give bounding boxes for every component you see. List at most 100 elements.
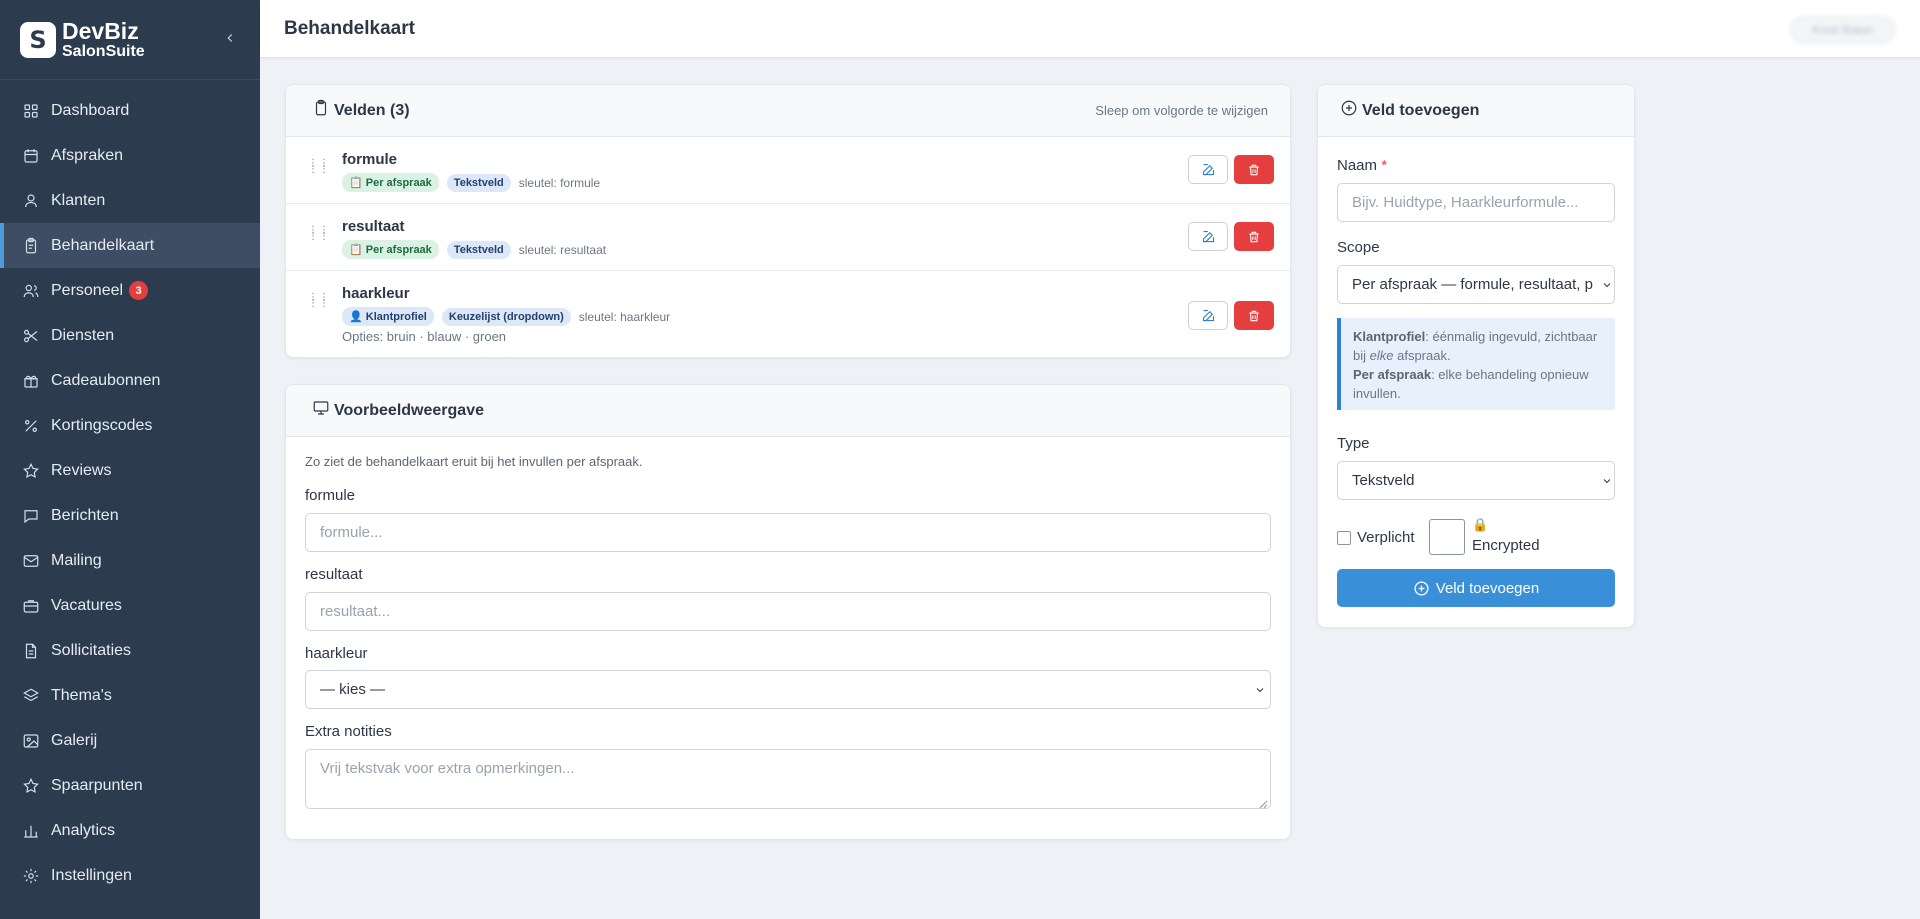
sidebar-item-cadeaubonnen[interactable]: Cadeaubonnen xyxy=(0,358,260,403)
chevron-down-icon xyxy=(1601,474,1613,486)
mail-icon xyxy=(22,552,40,570)
field-row[interactable]: ⋮⋮ ⋮⋮ formule 📋 Per afspraak Tekstveld sleute… xyxy=(286,137,1290,204)
notes-textarea[interactable] xyxy=(305,749,1271,809)
sidebar-item-diensten[interactable]: Diensten xyxy=(0,313,260,358)
resize-handle-icon[interactable] xyxy=(1258,796,1268,809)
edit-icon xyxy=(1202,309,1214,322)
sidebar-item-vacatures[interactable]: Vacatures xyxy=(0,583,260,628)
user-menu[interactable]: Kristi Baker xyxy=(1790,16,1896,44)
chevron-left-icon[interactable] xyxy=(220,28,240,48)
drag-handle-icon[interactable]: ⋮⋮ ⋮⋮ xyxy=(308,226,329,242)
sidebar-item-kortingscodes[interactable]: Kortingscodes xyxy=(0,403,260,448)
required-label: Verplicht xyxy=(1357,529,1415,546)
image-icon xyxy=(22,732,40,750)
sidebar-item-reviews[interactable]: Reviews xyxy=(0,448,260,493)
sidebar-item-mailing[interactable]: Mailing xyxy=(0,538,260,583)
layers-icon xyxy=(22,687,40,705)
scope-select-value: Per afspraak — formule, resultaat, p xyxy=(1352,276,1593,293)
sidebar-item-instellingen[interactable]: Instellingen xyxy=(0,853,260,898)
haarkleur-select[interactable]: — kies — xyxy=(305,670,1271,709)
edit-button[interactable] xyxy=(1188,155,1228,184)
sidebar-item-berichten[interactable]: Berichten xyxy=(0,493,260,538)
sidebar-item-label: Vacatures xyxy=(51,596,122,614)
sidebar-item-label: Behandelkaart xyxy=(51,236,155,254)
sidebar-item-analytics[interactable]: Analytics xyxy=(0,808,260,853)
add-field-button[interactable]: Veld toevoegen xyxy=(1337,569,1615,607)
haarkleur-select-value: — kies — xyxy=(320,681,386,698)
sidebar: S DevBiz SalonSuite Dashboard Afspraken Kl… xyxy=(0,0,260,919)
sidebar-item-label: Reviews xyxy=(51,461,112,479)
encrypted-label: Encrypted xyxy=(1472,537,1540,554)
drag-handle-icon[interactable]: ⋮⋮ ⋮⋮ xyxy=(308,293,329,309)
required-checkbox-row[interactable]: Verplicht xyxy=(1337,529,1415,546)
field-row[interactable]: ⋮⋮ ⋮⋮ resultaat 📋 Per afspraak Tekstveld sleu… xyxy=(286,204,1290,271)
encrypted-checkbox[interactable] xyxy=(1429,519,1465,555)
preview-description: Zo ziet de behandelkaart eruit bij het i… xyxy=(305,454,643,469)
briefcase-icon xyxy=(22,597,40,615)
edit-button[interactable] xyxy=(1188,222,1228,251)
plus-circle-icon xyxy=(1414,580,1429,596)
clipboard-icon xyxy=(22,237,40,255)
sidebar-item-label: Galerij xyxy=(51,731,98,749)
drag-handle-icon[interactable]: ⋮⋮ ⋮⋮ xyxy=(308,159,329,175)
preview-card: Voorbeeldweergave Zo ziet de behandelkaa… xyxy=(285,384,1291,840)
sidebar-item-label: Berichten xyxy=(51,506,119,524)
type-badge: Tekstveld xyxy=(446,173,511,192)
clipboard-icon xyxy=(315,99,327,115)
delete-button[interactable] xyxy=(1234,301,1274,330)
add-field-title: Veld toevoegen xyxy=(1362,101,1480,119)
calendar-icon xyxy=(22,147,40,165)
scope-label: Scope xyxy=(1337,239,1380,256)
sidebar-item-dashboard[interactable]: Dashboard xyxy=(0,88,260,133)
sidebar-item-sollicitaties[interactable]: Sollicitaties xyxy=(0,628,260,673)
scope-select[interactable]: Per afspraak — formule, resultaat, p xyxy=(1337,265,1615,304)
chevron-down-icon xyxy=(1254,683,1266,695)
message-icon xyxy=(22,507,40,525)
sidebar-item-label: Sollicitaties xyxy=(51,641,132,659)
sidebar-item-label: Diensten xyxy=(51,326,115,344)
type-select-value: Tekstveld xyxy=(1352,472,1415,489)
type-label: Type xyxy=(1337,435,1370,452)
field-key: sleutel: resultaat xyxy=(518,242,607,257)
edit-button[interactable] xyxy=(1188,301,1228,330)
sidebar-nav: Dashboard Afspraken Klanten Behandelkaart Pe… xyxy=(0,88,260,898)
drag-hint: Sleep om volgorde te wijzigen xyxy=(1095,103,1268,118)
monitor-icon xyxy=(313,400,329,415)
star-icon xyxy=(22,462,40,480)
sidebar-item-label: Afspraken xyxy=(51,146,124,164)
sidebar-item-galerij[interactable]: Galerij xyxy=(0,718,260,763)
sidebar-item-label: Dashboard xyxy=(51,101,130,119)
field-name: resultaat xyxy=(342,218,405,235)
type-badge: Keuzelijst (dropdown) xyxy=(441,307,571,326)
trash-icon xyxy=(1249,164,1259,175)
page-title: Behandelkaart xyxy=(284,18,415,39)
scope-info-box: Klantprofiel: éénmalig ingevuld, zichtba… xyxy=(1337,318,1615,410)
field-name: haarkleur xyxy=(342,285,410,302)
add-field-card: Veld toevoegen Naam * Scope Per afspraak… xyxy=(1317,84,1635,628)
sidebar-item-behandelkaart[interactable]: Behandelkaart xyxy=(0,223,260,268)
delete-button[interactable] xyxy=(1234,222,1274,251)
name-input[interactable] xyxy=(1337,183,1615,222)
sidebar-item-personeel[interactable]: Personeel 3 xyxy=(0,268,260,313)
type-select[interactable]: Tekstveld xyxy=(1337,461,1615,500)
sidebar-item-label: Analytics xyxy=(51,821,116,839)
scope-badge: 📋 Per afspraak xyxy=(342,240,439,259)
resultaat-input[interactable] xyxy=(305,592,1271,631)
scope-badge: 📋 Per afspraak xyxy=(342,173,439,192)
edit-icon xyxy=(1202,230,1214,243)
delete-button[interactable] xyxy=(1234,155,1274,184)
gear-icon xyxy=(22,867,40,885)
formule-input[interactable] xyxy=(305,513,1271,552)
scope-badge: 👤 Klantprofiel xyxy=(342,307,434,326)
brand-name: DevBiz xyxy=(62,17,139,44)
sidebar-item-thema-s[interactable]: Thema's xyxy=(0,673,260,718)
sidebar-item-afspraken[interactable]: Afspraken xyxy=(0,133,260,178)
sidebar-item-klanten[interactable]: Klanten xyxy=(0,178,260,223)
sidebar-item-label: Klanten xyxy=(51,191,106,209)
notification-badge: 3 xyxy=(129,281,149,300)
sidebar-item-label: Kortingscodes xyxy=(51,416,153,434)
field-row[interactable]: ⋮⋮ ⋮⋮ haarkleur 👤 Klantprofiel Keuzelijst (d… xyxy=(286,271,1290,357)
required-checkbox[interactable] xyxy=(1337,530,1351,545)
sidebar-item-spaarpunten[interactable]: Spaarpunten xyxy=(0,763,260,808)
user-icon xyxy=(22,192,40,210)
